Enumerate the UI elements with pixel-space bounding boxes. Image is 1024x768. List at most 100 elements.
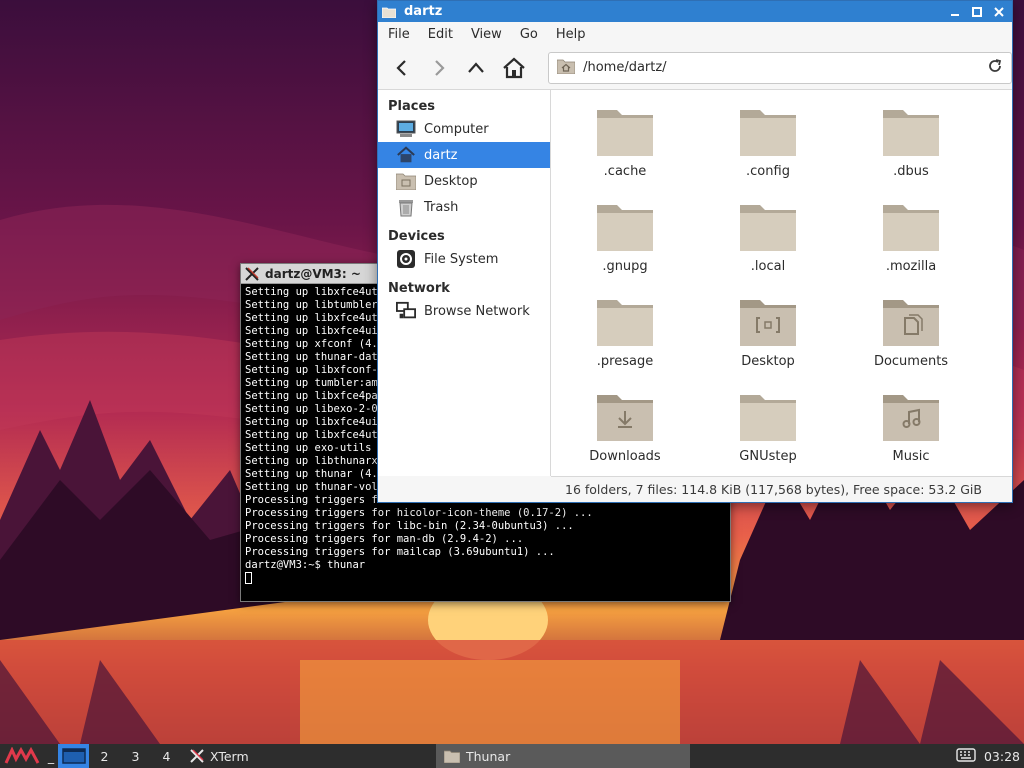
- sidebar-item-file-system[interactable]: File System: [378, 246, 550, 272]
- file-name: Music: [892, 449, 930, 464]
- close-button[interactable]: [990, 4, 1008, 20]
- folder-icon: [597, 300, 653, 346]
- file-view[interactable]: .cache .config .dbus .gnupg .local .mozi…: [551, 90, 1012, 476]
- workspace-3[interactable]: 3: [120, 744, 151, 768]
- workspace-4[interactable]: 4: [151, 744, 182, 768]
- task-label: XTerm: [210, 748, 249, 764]
- terminal-cursor: [245, 572, 252, 584]
- keyboard-icon[interactable]: [956, 747, 976, 765]
- location-bar[interactable]: /home/dartz/: [548, 51, 1012, 84]
- xterm-icon: [245, 266, 259, 281]
- task-label: Thunar: [466, 748, 511, 764]
- file-name: Downloads: [589, 449, 661, 464]
- xterm-icon: [190, 749, 204, 763]
- app-menu-button[interactable]: [0, 744, 44, 768]
- sidebar-item-browse-network[interactable]: Browse Network: [378, 298, 550, 324]
- folder-icon: [381, 6, 397, 18]
- sidebar-heading-devices: Devices: [388, 229, 445, 244]
- terminal-line: Processing triggers for man-db (2.9.4-2)…: [245, 533, 524, 545]
- folder-item[interactable]: .local: [708, 191, 828, 279]
- thunar-titlebar[interactable]: dartz: [378, 1, 1012, 22]
- sidebar-item-label: Browse Network: [424, 303, 530, 319]
- folder-item[interactable]: Documents: [851, 286, 971, 374]
- home-icon: [396, 145, 416, 165]
- folder-item[interactable]: .gnupg: [565, 191, 685, 279]
- trash-icon: [396, 197, 416, 217]
- status-bar: 16 folders, 7 files: 114.8 KiB (117,568 …: [551, 476, 1012, 502]
- sidebar-item-label: File System: [424, 251, 499, 267]
- file-name: GNUstep: [739, 449, 797, 464]
- clock[interactable]: 03:28: [984, 749, 1020, 764]
- minimize-all-button[interactable]: _: [44, 744, 58, 768]
- folder-icon: [883, 205, 939, 251]
- folder-icon: [740, 205, 796, 251]
- file-name: .presage: [596, 354, 654, 369]
- folder-item[interactable]: Desktop: [708, 286, 828, 374]
- forward-arrow-icon: [435, 59, 445, 76]
- sidebar-item-label: Computer: [424, 121, 489, 137]
- folder-item[interactable]: .presage: [565, 286, 685, 374]
- sidebar-item-home[interactable]: dartz: [378, 142, 550, 168]
- parent-folder-button[interactable]: [465, 56, 488, 80]
- folder-icon: [597, 205, 653, 251]
- menu-help[interactable]: Help: [556, 27, 586, 42]
- folder-item[interactable]: Music: [851, 381, 971, 469]
- xterm-title: dartz@VM3: ~: [265, 266, 361, 281]
- maximize-button[interactable]: [968, 4, 986, 20]
- workspace-2[interactable]: 2: [89, 744, 120, 768]
- desktop-folder-icon: [396, 171, 416, 191]
- terminal-line: Processing triggers for hicolor-icon-the…: [245, 507, 593, 519]
- workspace-1[interactable]: [58, 744, 89, 768]
- home-button[interactable]: [502, 56, 526, 80]
- folder-item[interactable]: .dbus: [851, 96, 971, 184]
- folder-item[interactable]: GNUstep: [708, 381, 828, 469]
- menu-file[interactable]: File: [388, 27, 410, 42]
- menu-go[interactable]: Go: [520, 27, 538, 42]
- menu-view[interactable]: View: [471, 27, 502, 42]
- folder-item[interactable]: .cache: [565, 96, 685, 184]
- app-menu-icon: [4, 747, 40, 764]
- sidebar-item-trash[interactable]: Trash: [378, 194, 550, 220]
- home-folder-icon: [556, 58, 576, 78]
- terminal-line: Processing triggers for libc-bin (2.34-0…: [245, 520, 574, 532]
- file-name: .local: [750, 259, 786, 274]
- file-name: .gnupg: [602, 259, 648, 274]
- task-thunar[interactable]: Thunar: [436, 744, 690, 768]
- folder-icon: [740, 395, 796, 441]
- folder-item[interactable]: Downloads: [565, 381, 685, 469]
- downloads-folder-icon: [597, 395, 653, 441]
- folder-icon: [444, 750, 460, 763]
- folder-item[interactable]: .config: [708, 96, 828, 184]
- sidebar-item-desktop[interactable]: Desktop: [378, 168, 550, 194]
- file-name: .dbus: [893, 164, 929, 179]
- sidebar-heading-network: Network: [388, 281, 450, 296]
- back-button[interactable]: [390, 56, 413, 80]
- folder-icon: [597, 110, 653, 156]
- forward-button[interactable]: [427, 56, 450, 80]
- network-icon: [396, 301, 416, 321]
- file-name: Documents: [873, 354, 949, 369]
- file-name: Desktop: [741, 354, 795, 369]
- documents-folder-icon: [883, 300, 939, 346]
- up-arrow-icon: [468, 61, 485, 73]
- system-tray: 03:28: [956, 744, 1024, 768]
- menu-edit[interactable]: Edit: [428, 27, 453, 42]
- back-arrow-icon: [396, 59, 406, 76]
- reload-icon[interactable]: [987, 58, 1003, 78]
- file-name: .cache: [603, 164, 647, 179]
- workspace-window-icon: [61, 748, 86, 764]
- sidebar-heading-places: Places: [388, 99, 436, 114]
- music-folder-icon: [883, 395, 939, 441]
- sidebar-item-computer[interactable]: Computer: [378, 116, 550, 142]
- computer-icon: [396, 119, 416, 139]
- file-name: .config: [746, 164, 790, 179]
- thunar-window[interactable]: dartz File Edit View Go Help /home/dartz…: [377, 0, 1013, 503]
- minimize-button[interactable]: [946, 4, 964, 20]
- desktop-folder-icon: [740, 300, 796, 346]
- menubar: File Edit View Go Help: [378, 22, 1012, 46]
- drive-icon: [396, 249, 416, 269]
- folder-item[interactable]: .mozilla: [851, 191, 971, 279]
- terminal-line: dartz@VM3:~$ thunar: [245, 559, 366, 571]
- task-xterm[interactable]: XTerm: [182, 744, 436, 768]
- sidebar-item-label: Desktop: [424, 173, 478, 189]
